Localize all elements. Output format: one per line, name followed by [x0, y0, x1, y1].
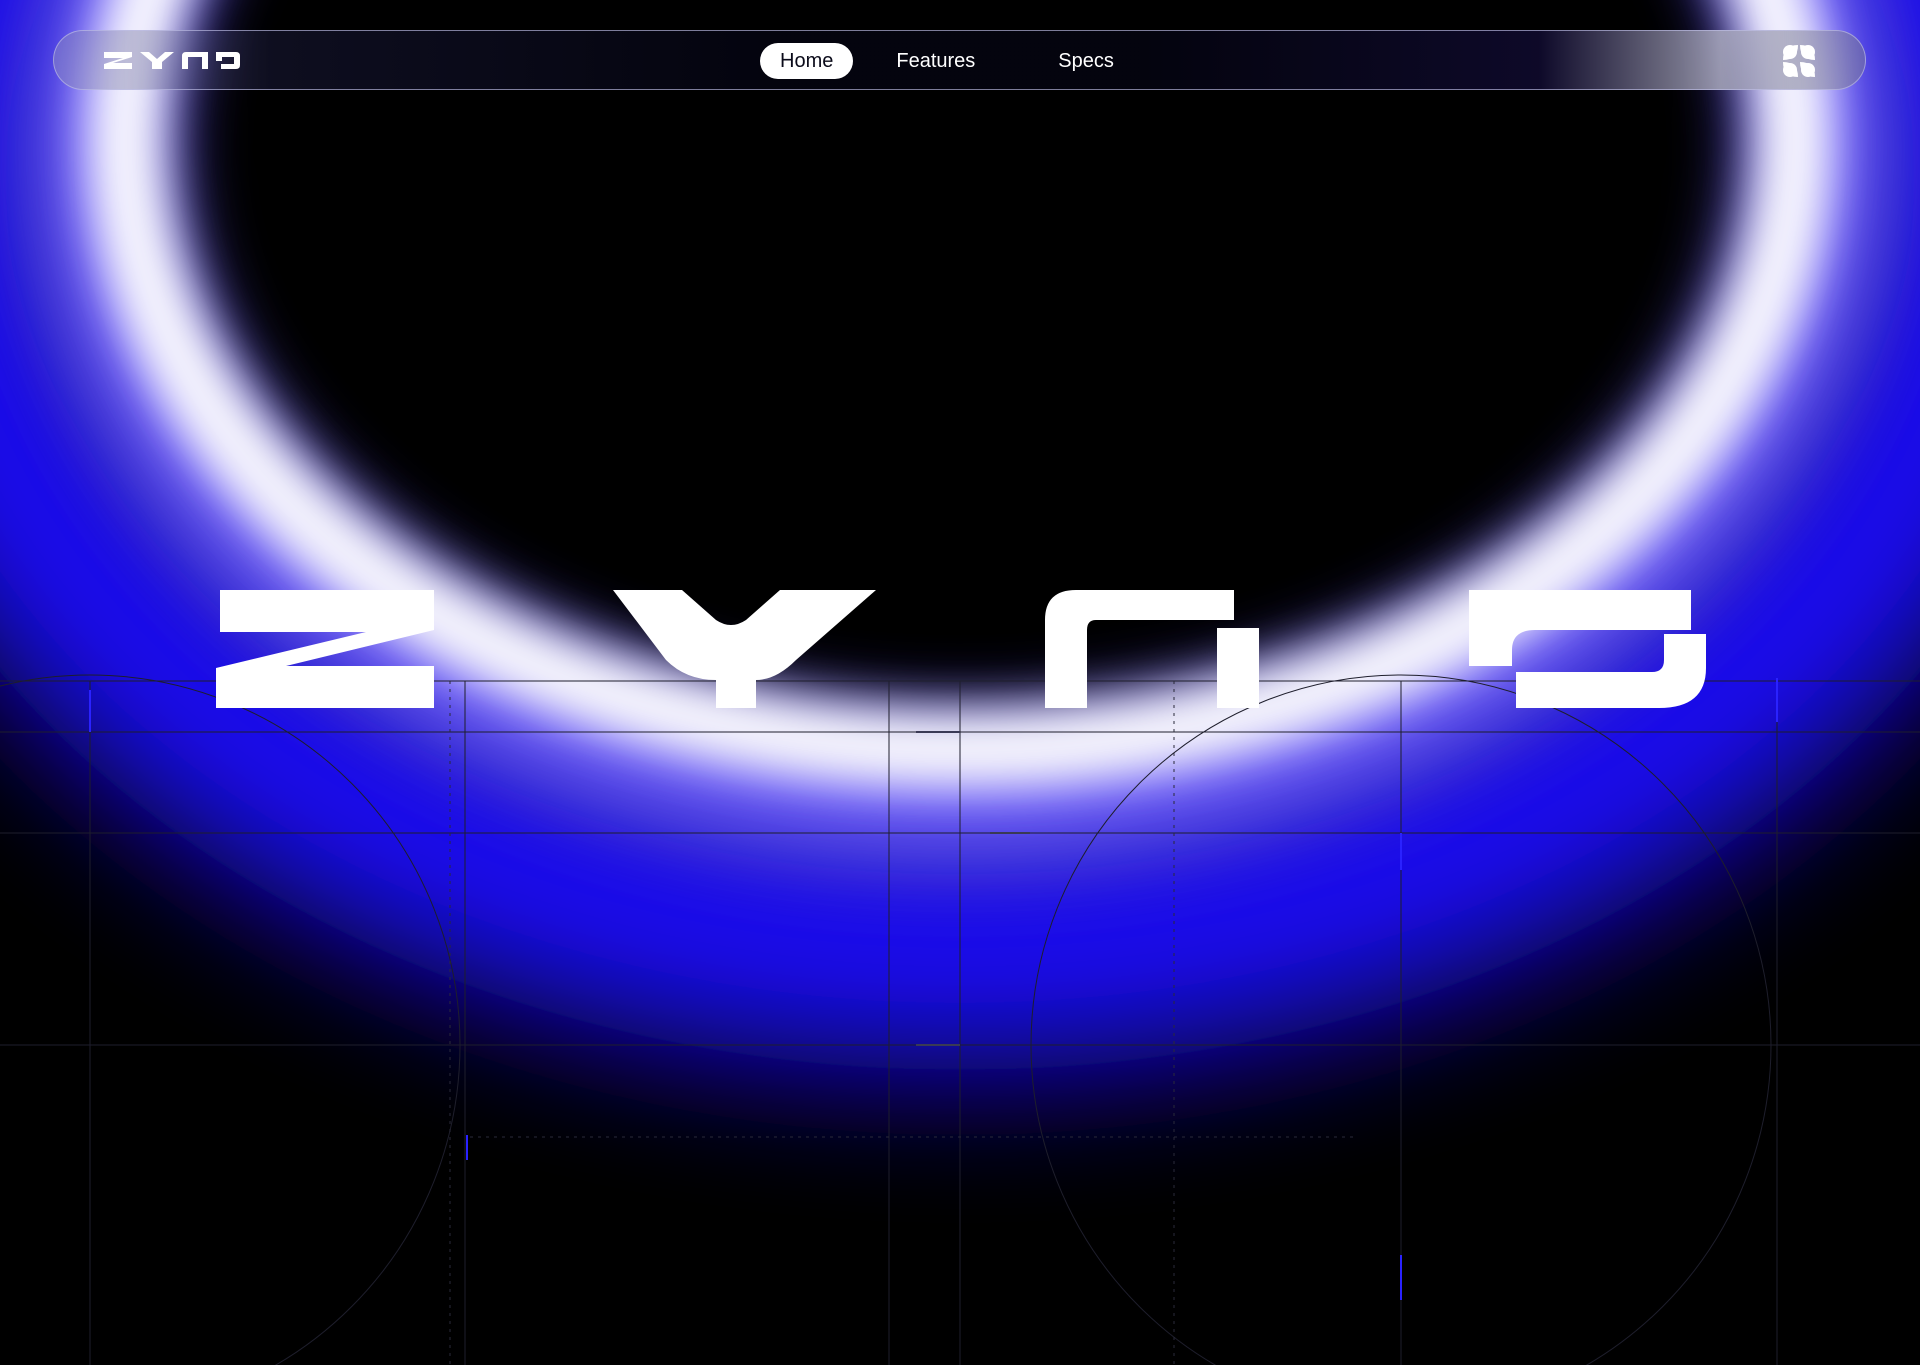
- nav-link-features[interactable]: Features: [876, 43, 995, 79]
- zyno-logo-icon[interactable]: [104, 52, 240, 69]
- hero-stage: Home Features Specs: [0, 0, 1920, 1365]
- wordmark-letter-n: [1045, 590, 1259, 708]
- four-petal-menu-icon[interactable]: [1782, 44, 1816, 78]
- hero-zyno-wordmark: [216, 590, 1706, 708]
- top-navigation-bar: Home Features Specs: [53, 30, 1866, 90]
- wordmark-letter-z: [216, 590, 434, 708]
- nav-link-specs[interactable]: Specs: [1038, 43, 1134, 79]
- nav-link-home[interactable]: Home: [760, 43, 854, 79]
- wordmark-letter-y: [613, 590, 876, 708]
- nav-links: Home Features Specs: [760, 43, 1134, 79]
